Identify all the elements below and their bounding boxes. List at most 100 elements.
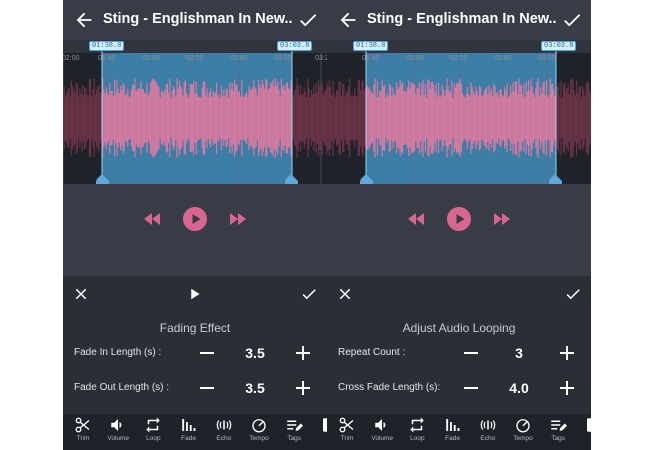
tool-loop[interactable]: Loop [136, 416, 170, 448]
play-icon [456, 214, 465, 224]
cross-fade-decrease-icon[interactable] [461, 378, 481, 398]
tool-volume[interactable]: Volume [101, 416, 135, 448]
song-title: Sting - Englishman In New... [367, 11, 557, 27]
fade-out-decrease-icon[interactable] [197, 378, 217, 398]
tick-label: 02:20 [450, 55, 468, 62]
fade-in-label: Fade In Length (s) : [74, 347, 162, 358]
confirm-check-icon[interactable] [561, 9, 583, 31]
close-icon[interactable] [336, 285, 354, 303]
close-icon[interactable] [72, 285, 90, 303]
effect-title: Adjust Audio Looping [402, 321, 516, 335]
waveform-svg: 02:00 01:40 02:00 02:20 02:40 03:00 03:20 [63, 51, 327, 184]
tool-loop[interactable]: Loop [400, 416, 434, 448]
fast-forward-icon[interactable] [230, 213, 246, 225]
fade-icon [181, 419, 195, 431]
fade-out-label: Fade Out Length (s) : [74, 382, 170, 393]
play-button[interactable] [183, 207, 207, 231]
tick-label: 01:40 [362, 55, 380, 62]
tool-tempo[interactable]: Tempo [242, 416, 276, 448]
tempo-icon [252, 419, 266, 433]
cross-fade-increase-icon[interactable] [557, 378, 577, 398]
scissors-icon [75, 417, 90, 433]
tool-label: Volume [371, 435, 394, 442]
tool-label: Fade [181, 435, 196, 442]
volume-icon [111, 419, 122, 431]
repeat-count-decrease-icon[interactable] [461, 343, 481, 363]
tool-label: Tags [551, 435, 566, 442]
apply-check-icon[interactable] [300, 285, 318, 303]
fast-forward-icon[interactable] [494, 213, 510, 225]
tool-s[interactable]: S [312, 416, 327, 448]
start-time-marker: 01:38.0 [89, 41, 125, 51]
top-bar: Sting - Englishman In New... [63, 0, 327, 40]
waveform-svg: 01:40 02:00 02:20 02:40 03:00 [327, 51, 591, 184]
tool-tempo[interactable]: Tempo [506, 416, 540, 448]
tool-label: Tempo [513, 435, 533, 442]
tool-label: Trim [76, 435, 90, 442]
preview-play-icon[interactable] [186, 285, 204, 303]
effect-settings: Adjust Audio Looping Repeat Count : 3 Cr… [327, 312, 591, 414]
tempo-icon [516, 419, 530, 433]
tool-label: Fade [445, 435, 460, 442]
tool-label: Volume [107, 435, 130, 442]
tool-tags[interactable]: Tags [541, 416, 575, 448]
tick-label: 03:00 [538, 55, 556, 62]
start-time-marker: 01:38.0 [353, 41, 389, 51]
tags-icon [287, 420, 304, 431]
tool-label: Tags [287, 435, 302, 442]
tool-label: Tempo [249, 435, 269, 442]
fade-out-value: 3.5 [245, 380, 265, 396]
tick-label: 02:00 [142, 55, 160, 62]
confirm-check-icon[interactable] [297, 9, 319, 31]
back-arrow-icon[interactable] [73, 9, 95, 31]
fade-out-increase-icon[interactable] [293, 378, 313, 398]
volume-icon [375, 419, 386, 431]
echo-icon [480, 420, 496, 430]
scissors-icon [339, 417, 354, 433]
fade-in-value: 3.5 [245, 345, 265, 361]
tick-label: 02:00 [63, 55, 80, 62]
tool-label: Echo [480, 435, 496, 442]
tool-label: Loop [146, 435, 161, 442]
tool-fade[interactable]: Fade [172, 416, 206, 448]
left-editor-panel: Sting - Englishman In New... 02:00 01:40 0… [63, 0, 327, 450]
top-bar: Sting - Englishman In New... [327, 0, 591, 40]
loop-icon [146, 417, 161, 433]
tool-label: S [312, 435, 327, 442]
effect-header [63, 276, 327, 312]
tool-trim[interactable]: Trim [330, 416, 364, 448]
apply-check-icon[interactable] [564, 285, 582, 303]
rewind-icon[interactable] [144, 213, 160, 225]
back-arrow-icon[interactable] [337, 9, 359, 31]
echo-icon [216, 420, 232, 430]
tick-label: 02:20 [186, 55, 204, 62]
cross-fade-label: Cross Fade Length (s): [338, 382, 441, 393]
save-icon [587, 418, 591, 432]
tool-volume[interactable]: Volume [365, 416, 399, 448]
cross-fade-value: 4.0 [509, 380, 529, 396]
rewind-icon[interactable] [408, 213, 424, 225]
tool-fade[interactable]: Fade [436, 416, 470, 448]
right-editor-panel: Sting - Englishman In New... 01:40 02:00 0… [327, 0, 591, 450]
bottom-toolbar: Trim Volume Loop Fade Echo Tempo Tags S [327, 414, 591, 450]
play-button[interactable] [447, 207, 471, 231]
tool-tags[interactable]: Tags [277, 416, 311, 448]
tool-label: Trim [340, 435, 354, 442]
effect-title: Fading Effect [159, 321, 231, 335]
tool-echo[interactable]: Echo [207, 416, 241, 448]
effect-settings: Fading Effect Fade In Length (s) : 3.5 F… [63, 312, 327, 414]
tool-label: S [576, 435, 591, 442]
tool-trim[interactable]: Trim [66, 416, 100, 448]
transport-controls [63, 184, 327, 276]
tool-echo[interactable]: Echo [471, 416, 505, 448]
tick-label: 01:40 [98, 55, 116, 62]
end-time-marker: 03:03.8 [541, 41, 577, 51]
effect-header [327, 276, 591, 312]
fade-in-decrease-icon[interactable] [197, 343, 217, 363]
tick-label: 02:40 [230, 55, 248, 62]
repeat-count-increase-icon[interactable] [557, 343, 577, 363]
tick-label: 02:00 [406, 55, 424, 62]
tool-s[interactable]: S [576, 416, 591, 448]
tick-label: 03:00 [274, 55, 292, 62]
fade-in-increase-icon[interactable] [293, 343, 313, 363]
